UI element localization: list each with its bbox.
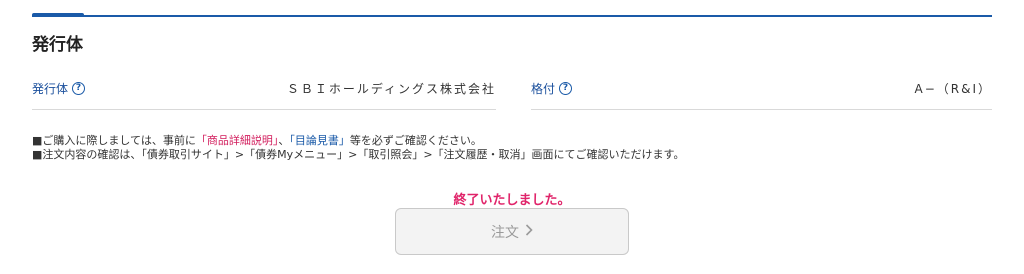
rating-label: 格付 ? — [531, 80, 573, 97]
notice-line-2: ■注文内容の確認は、「債券取引サイト」>「債券Myメニュー」>「取引照会」>「注… — [32, 148, 685, 161]
notice-prefix: ■ご購入に際しましては、事前に — [32, 134, 196, 147]
issuer-field: 発行体 ? ＳＢＩホールディングス株式会社 — [32, 80, 496, 110]
notice-suffix: 等を必ずご確認ください。 — [349, 134, 482, 147]
rating-field: 格付 ? A−（R&I） — [531, 80, 992, 110]
notice-separator: 、 — [278, 134, 290, 147]
issuer-value: ＳＢＩホールディングス株式会社 — [286, 82, 496, 96]
help-icon[interactable]: ? — [559, 82, 573, 95]
rating-value: A−（R&I） — [914, 82, 992, 96]
section-divider — [32, 15, 992, 17]
product-details-link[interactable]: 「商品詳細説明」 — [196, 134, 279, 147]
section-title: 発行体 — [32, 35, 83, 55]
status-message: 終了いたしました。 — [453, 193, 571, 208]
help-icon[interactable]: ? — [72, 82, 86, 95]
rating-label-text: 格付 — [531, 82, 556, 96]
issuer-label-text: 発行体 — [32, 82, 69, 96]
prospectus-link[interactable]: 「目論見書」 — [289, 134, 350, 147]
issuer-label: 発行体 ? — [32, 80, 86, 97]
order-button[interactable]: 注文 — [395, 208, 629, 255]
chevron-right-icon — [525, 223, 533, 240]
notice-text: ■ご購入に際しましては、事前に「商品詳細説明」、「目論見書」等を必ずご確認くださ… — [32, 134, 684, 162]
order-button-label: 注文 — [491, 224, 519, 241]
notice-line-1: ■ご購入に際しましては、事前に「商品詳細説明」、「目論見書」等を必ずご確認くださ… — [32, 134, 684, 148]
